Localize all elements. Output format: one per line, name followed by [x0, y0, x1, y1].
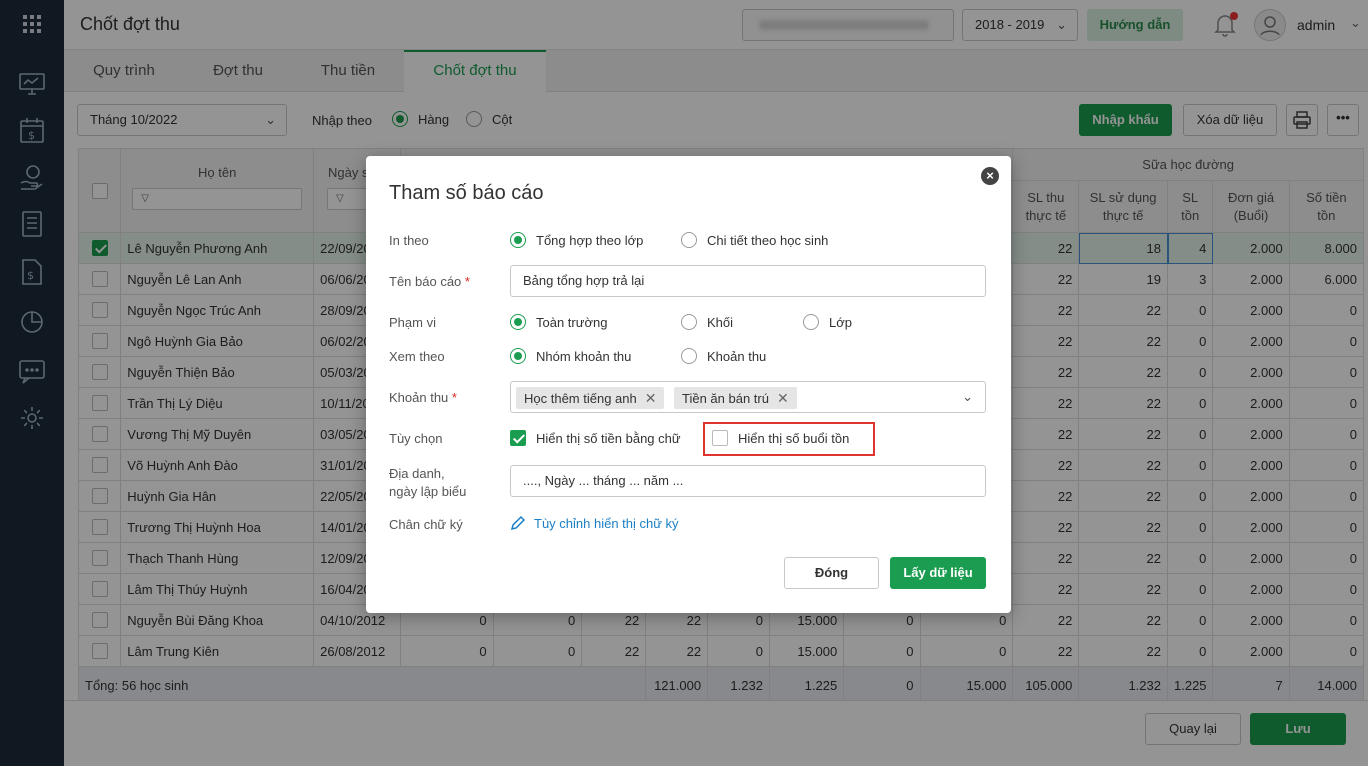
- radio-grade[interactable]: [681, 314, 697, 330]
- highlight-box: [703, 422, 875, 456]
- customize-signature-text: Tùy chỉnh hiển thị chữ ký: [534, 515, 679, 531]
- radio-class-label: Lớp: [829, 314, 852, 330]
- fee-tag: Tiền ăn bán trú ✕: [674, 387, 797, 409]
- view-by-label: Xem theo: [389, 349, 445, 364]
- dialog-title: Tham số báo cáo: [389, 182, 544, 204]
- radio-fee-group[interactable]: [510, 348, 526, 364]
- remove-tag-icon[interactable]: ✕: [645, 390, 657, 406]
- view-opt-fee[interactable]: Khoản thu: [681, 348, 766, 364]
- amount-in-words-label: Hiển thị số tiền bằng chữ: [536, 430, 681, 446]
- print-opt-summary[interactable]: Tổng hợp theo lớp: [510, 232, 643, 248]
- radio-summary[interactable]: [510, 232, 526, 248]
- radio-detail-label: Chi tiết theo học sinh: [707, 232, 829, 248]
- fee-tag-label: Học thêm tiếng anh: [524, 391, 637, 406]
- place-date-label-line2: ngày lập biểu: [389, 484, 467, 499]
- place-date-input[interactable]: ...., Ngày ... tháng ... năm ...: [510, 465, 986, 497]
- report-params-dialog: Tham số báo cáo × In theo Tổng hợp theo …: [366, 156, 1011, 613]
- signature-label: Chân chữ ký: [389, 517, 463, 532]
- view-opt-group[interactable]: Nhóm khoản thu: [510, 348, 631, 364]
- fee-label: Khoản thu *: [389, 390, 457, 405]
- radio-grade-label: Khối: [707, 314, 734, 330]
- fee-multiselect[interactable]: Học thêm tiếng anh ✕ Tiền ăn bán trú ✕ ⌄: [510, 381, 986, 413]
- scope-opt-class[interactable]: Lớp: [803, 314, 852, 330]
- amount-in-words-checkbox[interactable]: [510, 430, 526, 446]
- required-mark: *: [451, 390, 457, 405]
- scope-opt-school[interactable]: Toàn trường: [510, 314, 607, 330]
- remove-tag-icon[interactable]: ✕: [777, 390, 789, 406]
- options-label: Tùy chọn: [389, 431, 443, 446]
- pencil-icon: [510, 515, 526, 531]
- customize-signature-link[interactable]: Tùy chỉnh hiển thị chữ ký: [510, 515, 679, 531]
- fee-tag-label: Tiền ăn bán trú: [682, 391, 769, 406]
- print-by-label: In theo: [389, 233, 429, 248]
- fee-label-text: Khoản thu: [389, 390, 449, 405]
- scope-label: Phạm vi: [389, 315, 436, 330]
- report-name-label: Tên báo cáo *: [389, 274, 470, 289]
- radio-fee-group-label: Nhóm khoản thu: [536, 348, 632, 364]
- fetch-data-button[interactable]: Lấy dữ liệu: [890, 557, 986, 589]
- close-icon[interactable]: ×: [981, 167, 999, 185]
- close-button[interactable]: Đóng: [784, 557, 879, 589]
- radio-class[interactable]: [803, 314, 819, 330]
- radio-school-label: Toàn trường: [536, 314, 608, 330]
- radio-school[interactable]: [510, 314, 526, 330]
- chevron-down-icon[interactable]: ⌄: [962, 382, 973, 412]
- place-date-label: Địa danh, ngày lập biểu: [389, 465, 466, 501]
- radio-summary-label: Tổng hợp theo lớp: [536, 232, 644, 248]
- fee-tag: Học thêm tiếng anh ✕: [516, 387, 665, 409]
- radio-detail[interactable]: [681, 232, 697, 248]
- option-amount-in-words[interactable]: Hiển thị số tiền bằng chữ: [510, 430, 681, 446]
- radio-fee[interactable]: [681, 348, 697, 364]
- required-mark: *: [464, 274, 470, 289]
- print-opt-detail[interactable]: Chi tiết theo học sinh: [681, 232, 828, 248]
- radio-fee-label: Khoản thu: [707, 348, 767, 364]
- scope-opt-grade[interactable]: Khối: [681, 314, 733, 330]
- report-name-input[interactable]: Bảng tổng hợp trả lại: [510, 265, 986, 297]
- report-name-label-text: Tên báo cáo: [389, 274, 462, 289]
- place-date-label-line1: Địa danh,: [389, 466, 445, 481]
